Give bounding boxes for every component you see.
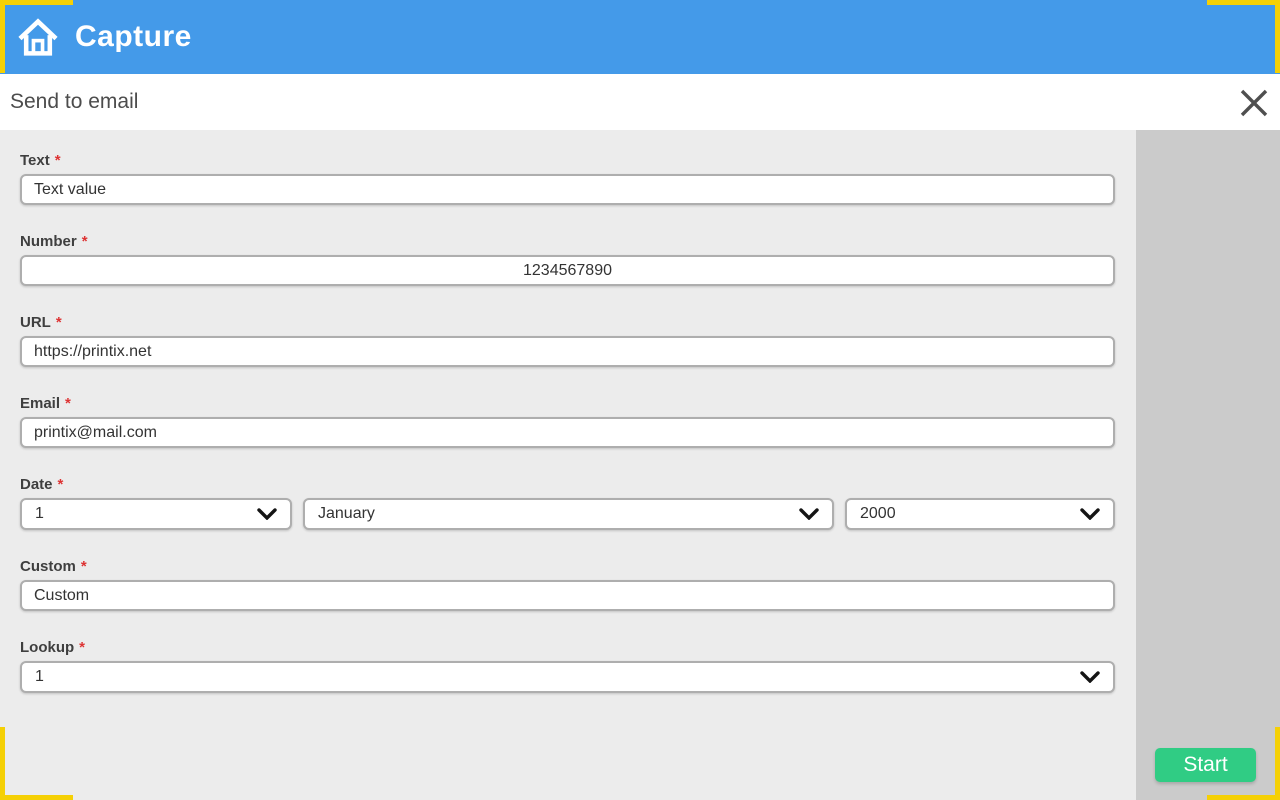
required-asterisk: *	[57, 476, 64, 493]
day-select[interactable]: 1	[20, 498, 292, 530]
field-label: Text *	[20, 152, 1115, 169]
home-icon[interactable]	[18, 17, 58, 57]
field-label: Lookup *	[20, 639, 1115, 656]
custom-field-input[interactable]	[20, 580, 1115, 611]
side-panel: Start	[1136, 130, 1280, 800]
required-asterisk: *	[79, 639, 85, 656]
content-area: Text * Number * URL * Email *	[0, 130, 1280, 800]
start-button[interactable]: Start	[1155, 748, 1256, 782]
url-field-input[interactable]	[20, 336, 1115, 367]
close-icon[interactable]	[1236, 85, 1272, 121]
email-field-input[interactable]	[20, 417, 1115, 448]
field-label-text: Number	[20, 233, 77, 250]
field-custom: Custom *	[20, 558, 1115, 611]
lookup-select-value: 1	[35, 668, 44, 685]
field-text: Text *	[20, 152, 1115, 205]
month-select-value: January	[318, 505, 375, 522]
field-label: Number *	[20, 233, 1115, 250]
dialog-title: Send to email	[10, 90, 139, 113]
required-asterisk: *	[80, 558, 87, 575]
required-asterisk: *	[55, 314, 62, 331]
date-selects-row: 1 January 2000	[20, 498, 1115, 530]
chevron-down-icon	[1080, 508, 1100, 520]
chevron-down-icon	[257, 508, 277, 520]
number-field-input[interactable]	[20, 255, 1115, 286]
required-asterisk: *	[65, 395, 71, 412]
chevron-down-icon	[1080, 671, 1100, 683]
app-title: Capture	[75, 20, 192, 53]
month-select[interactable]: January	[303, 498, 834, 530]
field-lookup: Lookup * 1	[20, 639, 1115, 693]
year-select[interactable]: 2000	[845, 498, 1115, 530]
required-asterisk: *	[81, 233, 88, 250]
field-label-text: Lookup	[20, 639, 75, 656]
field-date: Date * 1 January 2000	[20, 476, 1115, 530]
workflow-form: Text * Number * URL * Email *	[0, 130, 1136, 800]
field-url: URL *	[20, 314, 1115, 367]
field-label-text: Email	[20, 395, 61, 412]
field-label-text: Text	[20, 152, 50, 169]
field-number: Number *	[20, 233, 1115, 286]
year-select-value: 2000	[860, 505, 896, 522]
field-label: Custom *	[20, 558, 1115, 575]
field-label: URL *	[20, 314, 1115, 331]
app-header: Capture	[0, 0, 1280, 74]
text-field-input[interactable]	[20, 174, 1115, 205]
required-asterisk: *	[54, 152, 61, 169]
field-label-text: URL	[20, 314, 51, 331]
chevron-down-icon	[799, 508, 819, 520]
lookup-select[interactable]: 1	[20, 661, 1115, 693]
field-label-text: Date	[20, 476, 53, 493]
field-label-text: Custom	[20, 558, 76, 575]
day-select-value: 1	[35, 505, 44, 522]
field-label: Email *	[20, 395, 1115, 412]
field-label: Date *	[20, 476, 1115, 493]
field-email: Email *	[20, 395, 1115, 448]
dialog-title-bar: Send to email	[0, 74, 1280, 130]
